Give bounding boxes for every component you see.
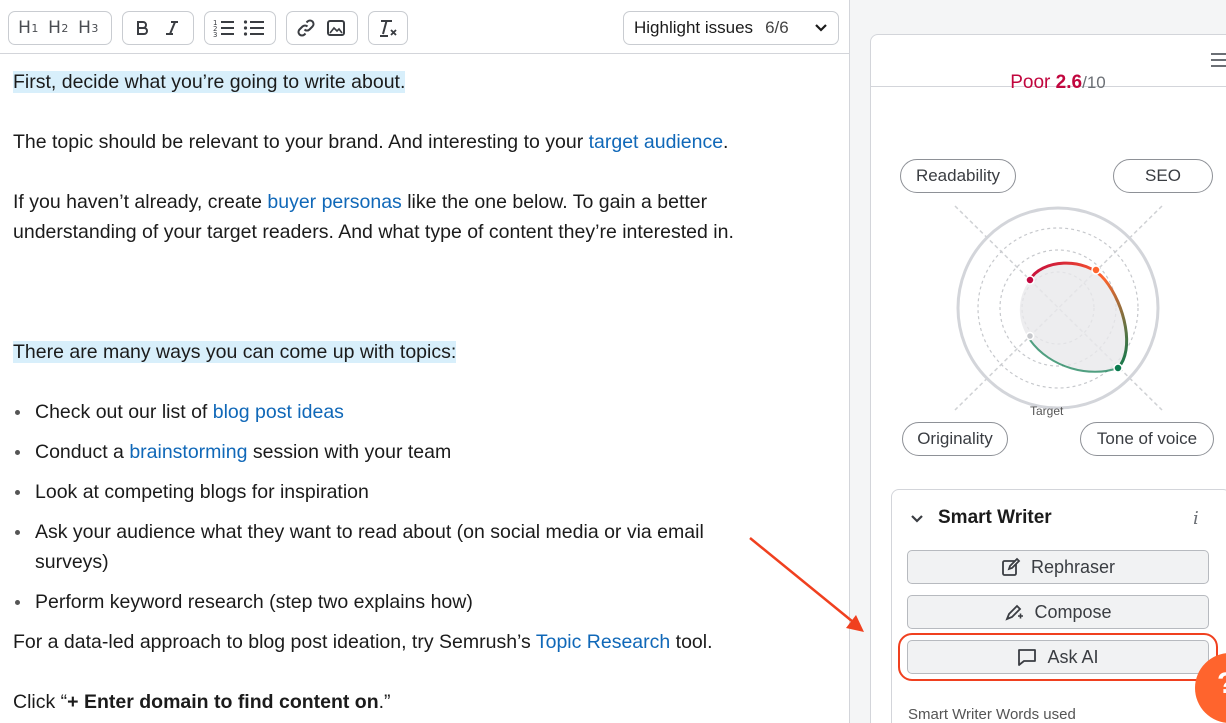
info-icon[interactable]: i [1193, 508, 1199, 529]
list-item: Look at competing blogs for inspiration [13, 477, 833, 507]
bold-button[interactable] [129, 14, 155, 42]
link-icon [297, 19, 315, 37]
clear-format-icon [380, 20, 397, 37]
list-item: Ask your audience what they want to read… [13, 517, 833, 577]
menu-icon[interactable] [1211, 53, 1226, 71]
overall-score: Poor 2.6/10 [1010, 72, 1106, 93]
magic-pen-icon [1005, 604, 1024, 621]
insert-group [286, 11, 358, 45]
link-brainstorming[interactable]: brainstorming [129, 441, 247, 463]
ask-ai-highlight-annotation [898, 633, 1218, 681]
paragraph: Click “+ Enter domain to find content on… [13, 691, 391, 713]
smart-writer-title: Smart Writer [938, 507, 1052, 528]
target-label: Target [1030, 404, 1064, 418]
highlight-issues-count: 6/6 [765, 18, 789, 37]
highlight-issues-dropdown[interactable]: Highlight issues 6/6 [623, 11, 839, 45]
svg-text:3: 3 [213, 31, 217, 38]
paragraph: There are many ways you can come up with… [13, 341, 457, 363]
edit-icon [1002, 557, 1021, 576]
paragraph: If you haven’t already, create buyer per… [13, 191, 734, 243]
seo-point [1091, 265, 1101, 275]
topic-ideas-list: Check out our list of blog post ideas Co… [13, 397, 833, 617]
ordered-list-icon: 123 [213, 19, 234, 38]
image-button[interactable] [323, 14, 349, 42]
bold-icon [137, 21, 148, 35]
link-blog-post-ideas[interactable]: blog post ideas [213, 401, 344, 423]
text-style-group [122, 11, 194, 45]
list-item: Check out our list of blog post ideas [13, 397, 833, 427]
collapse-chevron-icon[interactable] [910, 514, 924, 524]
italic-button[interactable] [159, 14, 185, 42]
bullet-list-icon [243, 20, 264, 36]
clear-format-button[interactable] [375, 14, 401, 42]
heading-1-button[interactable]: H1 [15, 14, 41, 42]
originality-button[interactable]: Originality [902, 422, 1008, 456]
highlight-issues-label: Highlight issues [634, 18, 754, 37]
paragraph: First, decide what you’re going to write… [13, 71, 406, 93]
heading-2-button[interactable]: H2 [45, 14, 71, 42]
score-radar-chart [954, 205, 1163, 411]
link-buyer-personas[interactable]: buyer personas [267, 191, 401, 213]
editor-pane: H1 H2 H3 123 Highlight issues 6/6 First,… [0, 0, 849, 723]
compose-button[interactable]: Compose [907, 595, 1209, 629]
link-target-audience[interactable]: target audience [589, 131, 723, 153]
bullet-list-button[interactable] [241, 14, 267, 42]
link-topic-research[interactable]: Topic Research [536, 631, 670, 653]
score-area [1019, 263, 1127, 372]
italic-icon [166, 21, 178, 35]
formatting-toolbar: H1 H2 H3 123 Highlight issues 6/6 [0, 0, 849, 54]
heading-3-button[interactable]: H3 [75, 14, 101, 42]
list-item: Perform keyword research (step two expla… [13, 587, 833, 617]
rephraser-button[interactable]: Rephraser [907, 550, 1209, 584]
words-used-label: Smart Writer Words used [908, 706, 1076, 723]
heading-group: H1 H2 H3 [8, 11, 112, 45]
seo-button[interactable]: SEO [1113, 159, 1213, 193]
image-icon [327, 20, 345, 36]
annotation-arrow-icon [749, 537, 864, 632]
chevron-down-icon [815, 24, 827, 32]
ordered-list-button[interactable]: 123 [211, 14, 237, 42]
clear-group [368, 11, 408, 45]
list-group: 123 [204, 11, 276, 45]
readability-button[interactable]: Readability [900, 159, 1016, 193]
list-item: Conduct a brainstorming session with you… [13, 437, 833, 467]
readability-point [1025, 275, 1035, 285]
link-button[interactable] [293, 14, 319, 42]
paragraph: The topic should be relevant to your bra… [13, 131, 729, 153]
paragraph: For a data-led approach to blog post ide… [13, 631, 713, 653]
smart-writer-card: Smart Writer i Rephraser Compose Ask AI … [891, 489, 1226, 723]
originality-point [1025, 331, 1035, 341]
tone-of-voice-button[interactable]: Tone of voice [1080, 422, 1214, 456]
tone-point [1113, 363, 1123, 373]
